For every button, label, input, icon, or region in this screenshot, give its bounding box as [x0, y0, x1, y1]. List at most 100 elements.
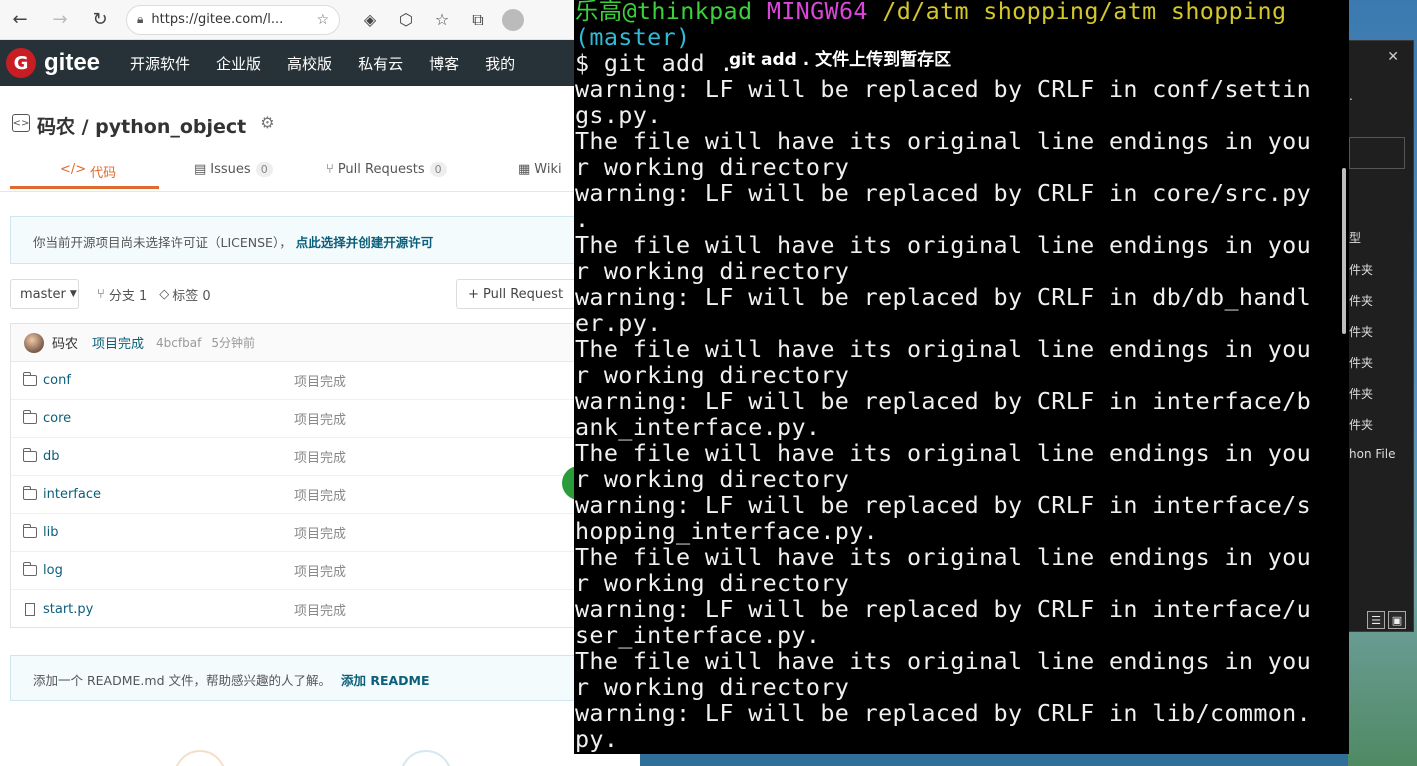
terminal-command: $ git add . [575, 49, 734, 77]
file-commit-message[interactable]: 项目完成 [294, 447, 346, 466]
tab-wiki[interactable]: ▦ Wiki [518, 162, 562, 192]
git-bash-terminal[interactable]: 乐高@thinkpad MINGW64 /d/atm shopping/atm … [574, 0, 1349, 754]
terminal-line: ank_interface.py. [575, 413, 821, 441]
file-name[interactable]: lib [43, 525, 58, 540]
add-readme-link[interactable]: 添加 README [341, 673, 430, 688]
license-create-link[interactable]: 点此选择并创建开源许可 [296, 235, 434, 250]
tag-count[interactable]: 标签 0 [172, 285, 210, 304]
file-row[interactable]: lib 项目完成 [11, 514, 640, 552]
branch-count[interactable]: 分支 1 [109, 285, 147, 304]
explorer-item[interactable]: 件夹 [1349, 416, 1373, 433]
fork-circle-icon[interactable] [400, 750, 452, 766]
terminal-line: warning: LF will be replaced by CRLF in … [575, 387, 1312, 415]
commit-author-avatar[interactable] [24, 332, 44, 353]
nav-link-blog[interactable]: 博客 [429, 53, 459, 74]
branch-selector[interactable]: master ▼ [10, 279, 79, 309]
commit-author[interactable]: 码农 [52, 333, 78, 352]
file-row[interactable]: db 项目完成 [11, 438, 640, 476]
terminal-line: The file will have its original line end… [575, 231, 1312, 259]
folder-icon [23, 562, 37, 576]
add-favorite-icon[interactable]: ☆ [316, 12, 329, 28]
active-tab-indicator [10, 186, 159, 189]
commit-hash[interactable]: 4bcfbaf [156, 336, 201, 350]
file-name[interactable]: conf [43, 373, 71, 388]
file-name[interactable]: log [43, 563, 63, 578]
file-commit-message[interactable]: 项目完成 [294, 523, 346, 542]
back-icon[interactable]: ← [0, 0, 40, 40]
explorer-item[interactable]: 型 [1349, 229, 1361, 246]
prompt-env: MINGW64 [766, 0, 868, 25]
tab-issues[interactable]: ▤ Issues 0 [194, 162, 273, 192]
branch-name: master [20, 286, 66, 302]
forward-icon[interactable]: → [40, 0, 80, 40]
view-toggle[interactable]: ☰ ▣ [1367, 611, 1406, 629]
terminal-line: er.py. [575, 309, 662, 337]
commit-message[interactable]: 项目完成 [92, 333, 144, 352]
nav-link-opensource[interactable]: 开源软件 [130, 53, 190, 74]
file-row[interactable]: conf 项目完成 [11, 362, 640, 400]
profile-avatar[interactable] [502, 8, 524, 31]
terminal-line: warning: LF will be replaced by CRLF in … [575, 179, 1312, 207]
repo-badge-icon[interactable]: ⚙ [260, 113, 274, 132]
details-view-icon[interactable]: ☰ [1367, 611, 1385, 629]
readme-notice-text: 添加一个 README.md 文件，帮助感兴趣的人了解。 [33, 673, 331, 688]
extension-icon[interactable]: ◈ [352, 0, 388, 40]
terminal-line: gs.py. [575, 101, 662, 129]
file-name[interactable]: start.py [43, 602, 93, 617]
explorer-item[interactable]: 件夹 [1349, 354, 1373, 371]
address-bar[interactable]: 🔒︎ https://gitee.com/l... ☆ [126, 4, 340, 35]
file-commit-message[interactable]: 项目完成 [294, 485, 346, 504]
file-name[interactable]: db [43, 449, 60, 464]
browser-window: ← → ↻ 🔒︎ https://gitee.com/l... ☆ ◈ ⬡ ☆ … [0, 0, 640, 766]
tiles-view-icon[interactable]: ▣ [1388, 611, 1406, 629]
repo-title[interactable]: 码农 / python_object [37, 112, 246, 139]
terminal-scrollbar[interactable] [1342, 168, 1346, 334]
explorer-item[interactable]: 件夹 [1349, 261, 1373, 278]
explorer-item[interactable]: 件夹 [1349, 385, 1373, 402]
file-row[interactable]: log 项目完成 [11, 552, 640, 590]
explorer-item[interactable]: 件夹 [1349, 292, 1373, 309]
folder-icon [23, 524, 37, 538]
nav-link-private-cloud[interactable]: 私有云 [358, 53, 403, 74]
file-row[interactable]: interface 项目完成 [11, 476, 640, 514]
tab-wiki-label: Wiki [534, 162, 562, 177]
folder-icon [23, 410, 37, 424]
terminal-line: The file will have its original line end… [575, 335, 1312, 363]
terminal-line: warning: LF will be replaced by CRLF in … [575, 595, 1312, 623]
explorer-search-box[interactable] [1349, 137, 1405, 169]
lock-icon: 🔒︎ [137, 12, 144, 26]
folder-icon [23, 486, 37, 500]
license-notice-text: 你当前开源项目尚未选择许可证（LICENSE）， [33, 235, 292, 250]
refresh-icon[interactable]: ↻ [80, 0, 120, 40]
file-row[interactable]: start.py 项目完成 [11, 590, 640, 628]
file-commit-message[interactable]: 项目完成 [294, 409, 346, 428]
close-icon[interactable]: ✕ [1387, 49, 1399, 65]
prompt-user: 乐高@thinkpad [575, 0, 753, 25]
nav-link-education[interactable]: 高校版 [287, 53, 332, 74]
explorer-item[interactable]: 件夹 [1349, 323, 1373, 340]
explorer-item[interactable]: hon File [1349, 447, 1395, 461]
new-pull-request-button[interactable]: + Pull Request [456, 279, 586, 309]
nav-link-mine[interactable]: 我的 [485, 53, 515, 74]
command-annotation: git add . 文件上传到暂存区 [729, 45, 952, 70]
file-commit-message[interactable]: 项目完成 [294, 371, 346, 390]
file-row[interactable]: core 项目完成 [11, 400, 640, 438]
tab-pull-requests[interactable]: ⑂ Pull Requests 0 [326, 162, 447, 192]
star-circle-icon[interactable] [174, 750, 226, 766]
folder-icon [23, 372, 37, 386]
favorites-icon[interactable]: ☆ [424, 0, 460, 40]
puzzle-icon[interactable]: ⬡ [388, 0, 424, 40]
gitee-logo[interactable]: G gitee [6, 48, 100, 78]
file-name[interactable]: core [43, 411, 71, 426]
wiki-tab-icon: ▦ [518, 162, 531, 177]
terminal-line: ser_interface.py. [575, 621, 821, 649]
file-commit-message[interactable]: 项目完成 [294, 600, 346, 619]
caret-down-icon: ▼ [69, 289, 77, 299]
file-name[interactable]: interface [43, 487, 101, 502]
terminal-line: r working directory [575, 673, 850, 701]
issues-count-badge: 0 [255, 162, 273, 177]
tab-issues-label: Issues [210, 162, 251, 177]
file-commit-message[interactable]: 项目完成 [294, 561, 346, 580]
collections-icon[interactable]: ⧉ [460, 0, 496, 40]
nav-link-enterprise[interactable]: 企业版 [216, 53, 261, 74]
